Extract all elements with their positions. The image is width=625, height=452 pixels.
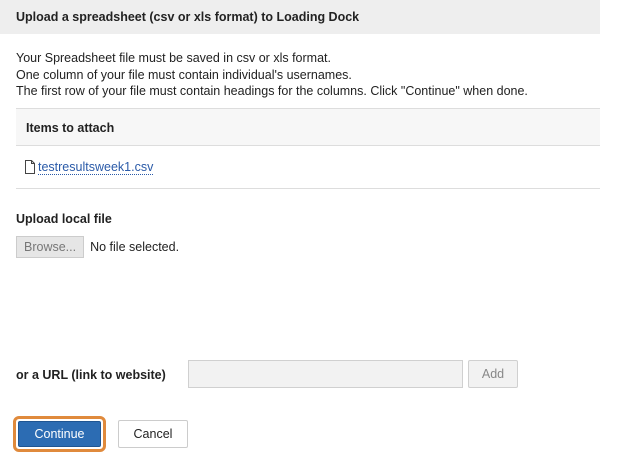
header-bar: Upload a spreadsheet (csv or xls format)… xyxy=(0,0,600,34)
continue-button[interactable]: Continue xyxy=(18,421,101,447)
items-to-attach-header: Items to attach xyxy=(16,108,600,146)
instructions: Your Spreadsheet file must be saved in c… xyxy=(16,50,528,100)
items-to-attach-panel: Items to attach testresultsweek1.csv xyxy=(16,108,600,189)
add-url-button[interactable]: Add xyxy=(468,360,518,388)
continue-focus-ring: Continue xyxy=(13,416,106,452)
attached-file-link[interactable]: testresultsweek1.csv xyxy=(38,160,154,175)
file-picker: Browse... No file selected. xyxy=(16,236,179,258)
items-to-attach-label: Items to attach xyxy=(26,121,115,135)
instruction-line-2: One column of your file must contain ind… xyxy=(16,67,352,82)
file-status-text: No file selected. xyxy=(90,240,180,254)
cancel-button[interactable]: Cancel xyxy=(118,420,188,448)
url-label: or a URL (link to website) xyxy=(16,368,166,382)
upload-spreadsheet-page: Upload a spreadsheet (csv or xls format)… xyxy=(0,0,625,452)
attached-file-item: testresultsweek1.csv xyxy=(24,158,154,176)
browse-button[interactable]: Browse... xyxy=(16,236,85,258)
upload-local-file-label: Upload local file xyxy=(16,212,112,226)
page-title: Upload a spreadsheet (csv or xls format)… xyxy=(16,10,360,24)
instruction-line-1: Your Spreadsheet file must be saved in c… xyxy=(16,51,331,65)
file-icon xyxy=(24,160,36,174)
instruction-line-3: The first row of your file must contain … xyxy=(16,84,528,98)
url-input[interactable] xyxy=(188,360,463,388)
